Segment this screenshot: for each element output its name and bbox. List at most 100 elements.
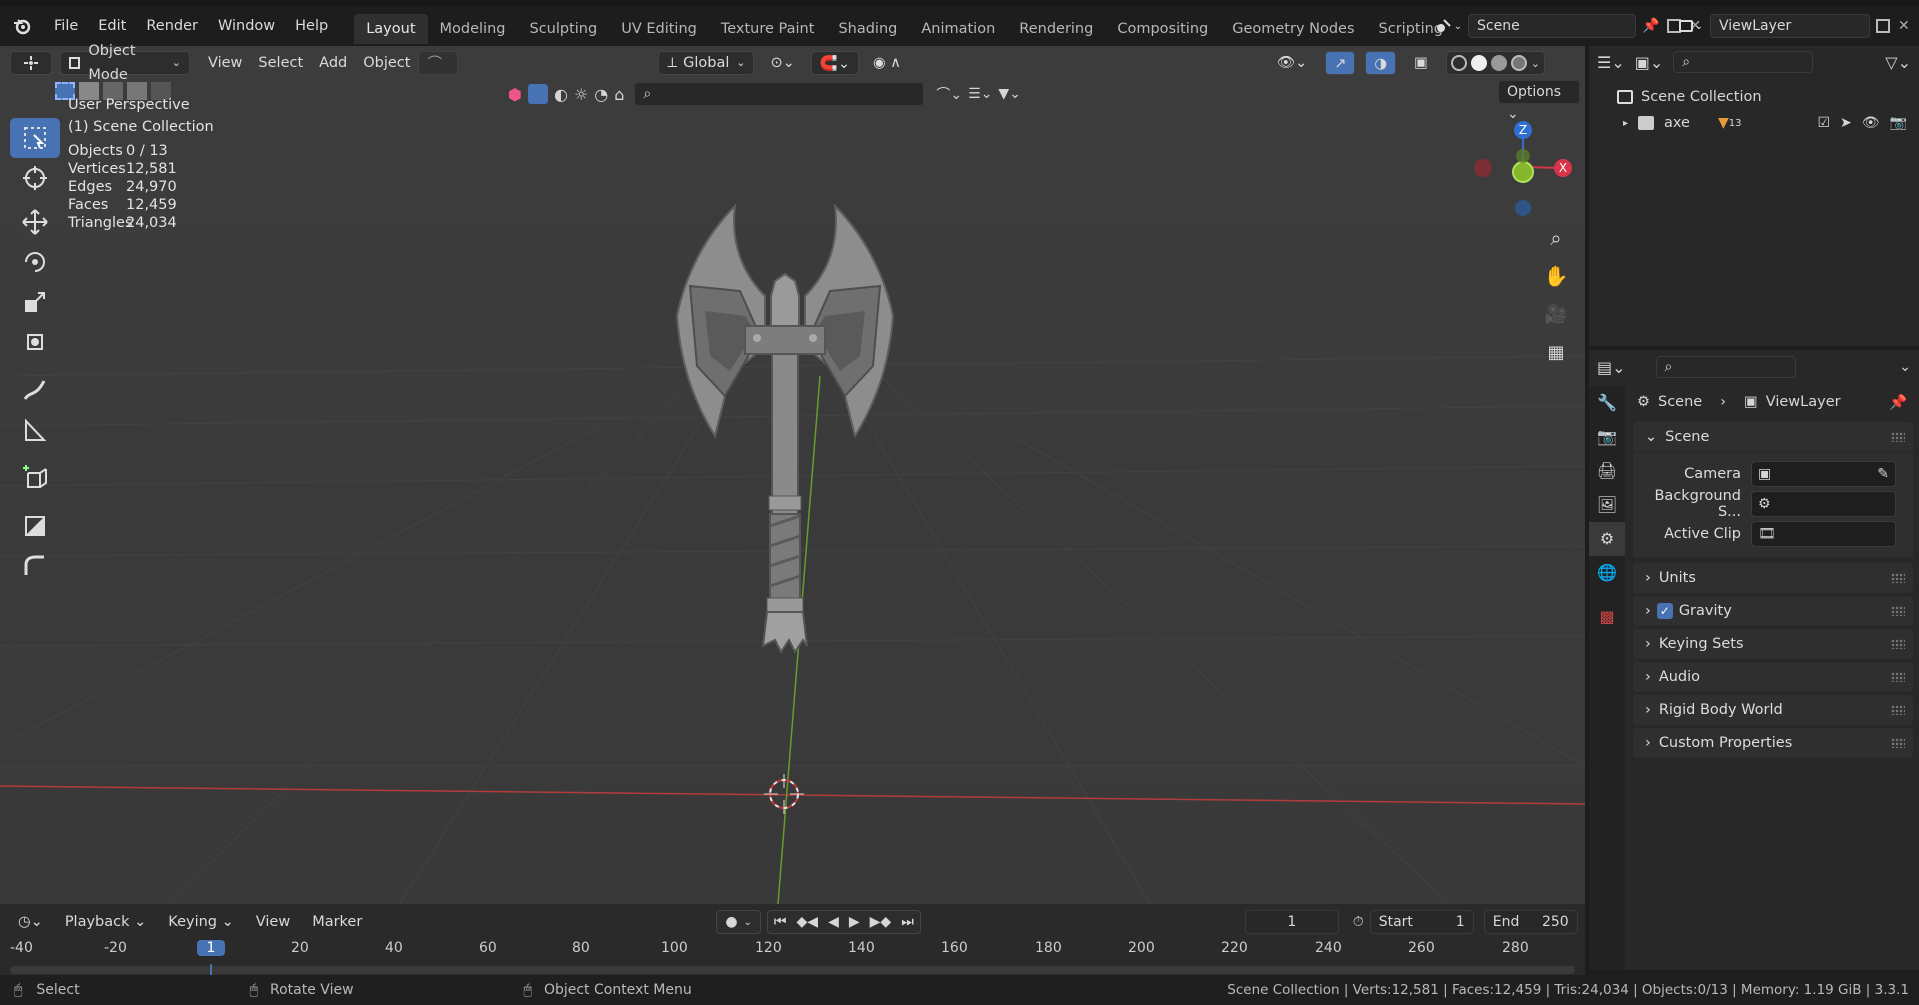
current-frame-field[interactable]: 1 bbox=[1244, 910, 1339, 934]
render-filter-icon[interactable]: ⌂ bbox=[614, 85, 624, 104]
options-dropdown[interactable]: Options ⌄ bbox=[1498, 80, 1580, 122]
output-tab-icon[interactable]: 🖨 bbox=[1589, 454, 1625, 488]
timeline-scrollbar[interactable] bbox=[10, 966, 1575, 974]
rotate-tool[interactable] bbox=[10, 242, 60, 282]
viewlayer-icon[interactable]: ⌄ bbox=[1672, 14, 1710, 38]
menu-help[interactable]: Help bbox=[285, 6, 338, 46]
mode-dropdown[interactable]: Object Mode ⌄ bbox=[60, 43, 190, 83]
editor-type-icon[interactable] bbox=[10, 51, 52, 75]
eye-icon[interactable]: 👁 bbox=[1862, 115, 1880, 131]
prev-keyframe-icon[interactable]: ◆◀ bbox=[797, 914, 819, 930]
scale-tool[interactable] bbox=[10, 282, 60, 322]
current-frame-indicator[interactable]: 1 bbox=[197, 940, 225, 956]
properties-search-input[interactable]: ⌕ bbox=[1655, 356, 1796, 378]
outliner-search-input[interactable]: ⌕ bbox=[1673, 51, 1814, 73]
rigid-body-world-panel[interactable]: › Rigid Body World bbox=[1633, 695, 1913, 725]
material-shading-icon[interactable] bbox=[1490, 55, 1507, 71]
filter-icon[interactable]: ▼⌄ bbox=[998, 86, 1021, 102]
overlay-toggle-icon[interactable]: ◑ bbox=[1365, 51, 1397, 75]
tab-uv-editing[interactable]: UV Editing bbox=[609, 14, 709, 44]
camera-view-icon[interactable]: 🎥 bbox=[1540, 298, 1572, 330]
tab-sculpting[interactable]: Sculpting bbox=[517, 14, 609, 44]
viewlayer-name-field[interactable]: ViewLayer bbox=[1710, 14, 1870, 38]
drag-handle-icon[interactable] bbox=[1891, 738, 1905, 748]
tab-texture-paint[interactable]: Texture Paint bbox=[709, 14, 827, 44]
properties-editor-icon[interactable]: ▤⌄ bbox=[1597, 358, 1626, 377]
3d-viewport[interactable] bbox=[0, 46, 1585, 904]
filter-sort-icon[interactable]: ⌒⌄ bbox=[936, 84, 962, 104]
background-scene-field[interactable]: ⚙ bbox=[1751, 491, 1896, 517]
select-box-tool[interactable] bbox=[10, 118, 60, 158]
tab-modeling[interactable]: Modeling bbox=[428, 14, 518, 44]
keying-sets-panel[interactable]: › Keying Sets bbox=[1633, 629, 1913, 659]
scene-icon[interactable]: ⌄ bbox=[1428, 14, 1468, 38]
pan-hand-icon[interactable]: ✋ bbox=[1540, 260, 1572, 292]
tool-tab-icon[interactable]: 🔧 bbox=[1589, 386, 1625, 420]
custom-properties-panel[interactable]: › Custom Properties bbox=[1633, 728, 1913, 758]
menu-file[interactable]: File bbox=[44, 6, 88, 46]
active-clip-field[interactable]: 🎞 bbox=[1751, 521, 1896, 547]
outliner-row-axe[interactable]: ▸ axe ▼ 13 ☑ ➤ 👁 📷 bbox=[1589, 110, 1919, 136]
menu-add[interactable]: Add bbox=[311, 51, 355, 75]
camera-icon[interactable]: 📷 bbox=[1890, 115, 1907, 131]
chevron-down-icon[interactable]: ⌄ bbox=[1531, 57, 1540, 70]
cursor-tool[interactable] bbox=[10, 158, 60, 198]
xray-icon[interactable]: ▣ bbox=[1406, 51, 1436, 75]
tab-rendering[interactable]: Rendering bbox=[1007, 14, 1105, 44]
next-keyframe-icon[interactable]: ▶◆ bbox=[870, 914, 892, 930]
view-layer-tab-icon[interactable]: 🖼 bbox=[1589, 488, 1625, 522]
scene-name-field[interactable]: Scene bbox=[1468, 14, 1636, 38]
menu-view[interactable]: View bbox=[200, 51, 250, 75]
perspective-toggle-icon[interactable]: ▦ bbox=[1540, 336, 1572, 368]
menu-playback[interactable]: Playback ⌄ bbox=[57, 910, 154, 934]
transform-orientation-dropdown[interactable]: ⟂ Global ⌄ bbox=[658, 51, 755, 75]
annotate-tool[interactable] bbox=[10, 370, 60, 410]
outliner-editor-icon[interactable]: ☰⌄ bbox=[1597, 53, 1625, 72]
start-frame-field[interactable]: Start 1 bbox=[1369, 910, 1474, 934]
tab-shading[interactable]: Shading bbox=[826, 14, 909, 44]
transform-tool[interactable] bbox=[10, 322, 60, 362]
mesh-filter-icon[interactable] bbox=[527, 84, 548, 104]
tab-animation[interactable]: Animation bbox=[909, 14, 1007, 44]
rendered-shading-icon[interactable] bbox=[1510, 55, 1527, 71]
navigation-gizmo[interactable]: Z X bbox=[1468, 112, 1578, 222]
visibility-icon[interactable]: 👁⌄ bbox=[1269, 51, 1316, 75]
menu-select[interactable]: Select bbox=[250, 51, 311, 75]
pivot-icon[interactable]: ⊙⌄ bbox=[762, 51, 802, 75]
jump-start-icon[interactable]: ⏮ bbox=[774, 914, 787, 930]
menu-marker[interactable]: Marker bbox=[304, 910, 370, 934]
jump-end-icon[interactable]: ⏭ bbox=[901, 914, 914, 930]
proportional-edit-icon[interactable]: ◉ ∧ bbox=[865, 51, 909, 75]
shear-tool[interactable] bbox=[10, 506, 60, 546]
close-viewlayer-icon[interactable]: ✕ bbox=[1898, 18, 1910, 34]
camera-field[interactable]: ▣ ✎ bbox=[1751, 461, 1896, 487]
bend-tool[interactable] bbox=[10, 546, 60, 586]
chevron-down-icon[interactable]: ⌄ bbox=[1899, 359, 1911, 375]
menu-timeline-view[interactable]: View bbox=[248, 910, 298, 934]
gizmo-toggle-icon[interactable]: ↗ bbox=[1325, 51, 1356, 75]
drag-handle-icon[interactable] bbox=[1891, 606, 1905, 616]
drag-handle-icon[interactable] bbox=[1891, 573, 1905, 583]
menu-object[interactable]: Object bbox=[355, 51, 418, 75]
tab-layout[interactable]: Layout bbox=[354, 14, 428, 44]
measure-tool[interactable] bbox=[10, 410, 60, 450]
gravity-panel[interactable]: › ✓ Gravity bbox=[1633, 596, 1913, 626]
texture-tab-icon[interactable]: ▩ bbox=[1589, 600, 1625, 634]
end-frame-field[interactable]: End 250 bbox=[1483, 910, 1578, 934]
wireframe-shading-icon[interactable] bbox=[1450, 55, 1467, 71]
display-mode-icon[interactable]: ▣⌄ bbox=[1635, 53, 1664, 72]
play-icon[interactable]: ▶ bbox=[849, 914, 860, 930]
light-filter-icon[interactable]: ☼ bbox=[574, 85, 588, 104]
viewport-search-input[interactable]: ⌕ bbox=[634, 82, 925, 106]
tab-geometry-nodes[interactable]: Geometry Nodes bbox=[1220, 14, 1366, 44]
timeline-editor-icon[interactable]: ◷⌄ bbox=[10, 910, 51, 934]
object-types-icon[interactable]: ⬢ bbox=[508, 85, 522, 104]
hierarchy-icon[interactable]: ☰⌄ bbox=[968, 86, 992, 102]
menu-keying[interactable]: Keying ⌄ bbox=[160, 910, 241, 934]
zoom-icon[interactable]: ⌕ bbox=[1540, 222, 1572, 254]
stopwatch-icon[interactable]: ⏱ bbox=[1353, 914, 1364, 930]
add-cube-tool[interactable] bbox=[10, 458, 60, 498]
audio-panel[interactable]: › Audio bbox=[1633, 662, 1913, 692]
record-button[interactable]: ● ⌄ bbox=[716, 910, 761, 934]
expand-arrow-icon[interactable]: ▸ bbox=[1623, 118, 1628, 129]
